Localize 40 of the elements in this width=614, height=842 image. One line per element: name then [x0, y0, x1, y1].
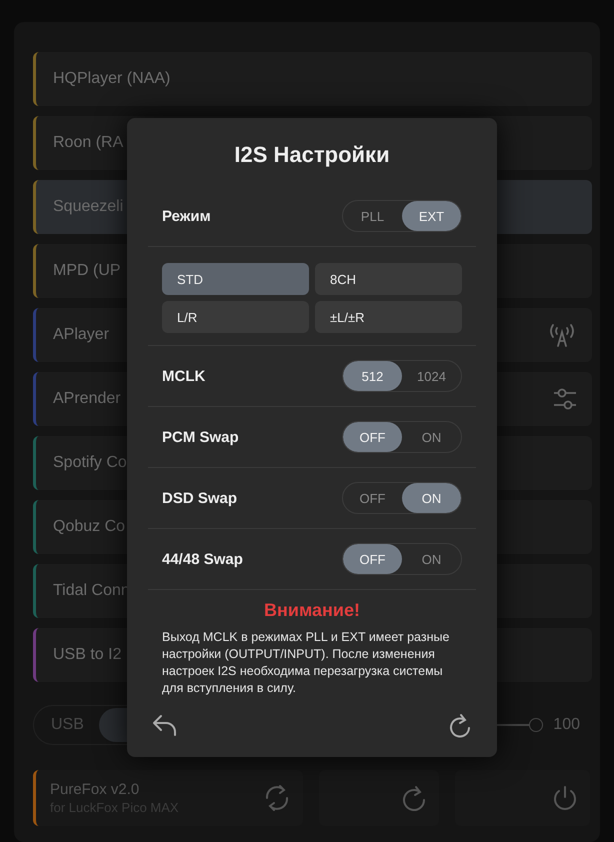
- service-name: Qobuz Co: [53, 518, 126, 536]
- setting-label: 44/48 Swap: [162, 550, 243, 568]
- toggle-option[interactable]: 512: [343, 361, 402, 391]
- dialog-title: I2S Настройки: [233, 142, 391, 168]
- service-name: Squeezeli: [53, 198, 124, 216]
- volume-thumb[interactable]: [529, 718, 544, 732]
- device-name: PureFox v2.0: [50, 781, 140, 798]
- format-option[interactable]: 8CH: [315, 263, 462, 295]
- power-icon[interactable]: [552, 784, 578, 812]
- toggle-option[interactable]: OFF: [343, 422, 402, 452]
- warning-text: Выход MCLK в режимах PLL и EXT имеет разные настройки (OUTPUT/INPUT). После изменения настроек I2S необходима перезагрузка системы для вступления в силу.: [162, 629, 450, 697]
- service-name: HQPlayer (NAA): [53, 70, 170, 88]
- setting-label: DSD Swap: [162, 490, 238, 506]
- toggle-option[interactable]: ON: [402, 483, 461, 513]
- sliders-icon[interactable]: [552, 386, 578, 412]
- service-name: APlayer: [53, 326, 110, 344]
- sync-icon[interactable]: [263, 783, 291, 813]
- service-name: APrender: [53, 390, 121, 408]
- service-name: USB to I2: [53, 646, 122, 664]
- toggle-option[interactable]: ON: [402, 422, 461, 452]
- warning-title: Внимание!: [263, 600, 361, 621]
- service-name: MPD (UP: [53, 262, 121, 280]
- toggle-option[interactable]: 1024: [402, 361, 461, 391]
- format-option[interactable]: L/R: [162, 301, 309, 333]
- service-item[interactable]: HQPlayer (NAA): [33, 52, 592, 106]
- volume-reading: 100: [553, 716, 580, 734]
- setting-label: PCM Swap: [162, 428, 239, 446]
- toggle-option[interactable]: ON: [402, 544, 461, 574]
- service-name: Roon (RA: [53, 134, 124, 152]
- format-option[interactable]: ±L/±R: [315, 301, 462, 333]
- format-option[interactable]: STD: [162, 263, 309, 295]
- setting-label: MCLK: [162, 368, 206, 384]
- service-name: Spotify Co: [53, 454, 127, 472]
- refresh-icon[interactable]: [448, 713, 472, 739]
- toggle-option[interactable]: OFF: [343, 483, 402, 513]
- back-icon[interactable]: [152, 713, 178, 737]
- setting-label: Режим: [162, 208, 211, 224]
- toggle-option[interactable]: EXT: [402, 201, 461, 231]
- toggle-option[interactable]: OFF: [343, 544, 402, 574]
- toggle-option[interactable]: PLL: [343, 201, 402, 231]
